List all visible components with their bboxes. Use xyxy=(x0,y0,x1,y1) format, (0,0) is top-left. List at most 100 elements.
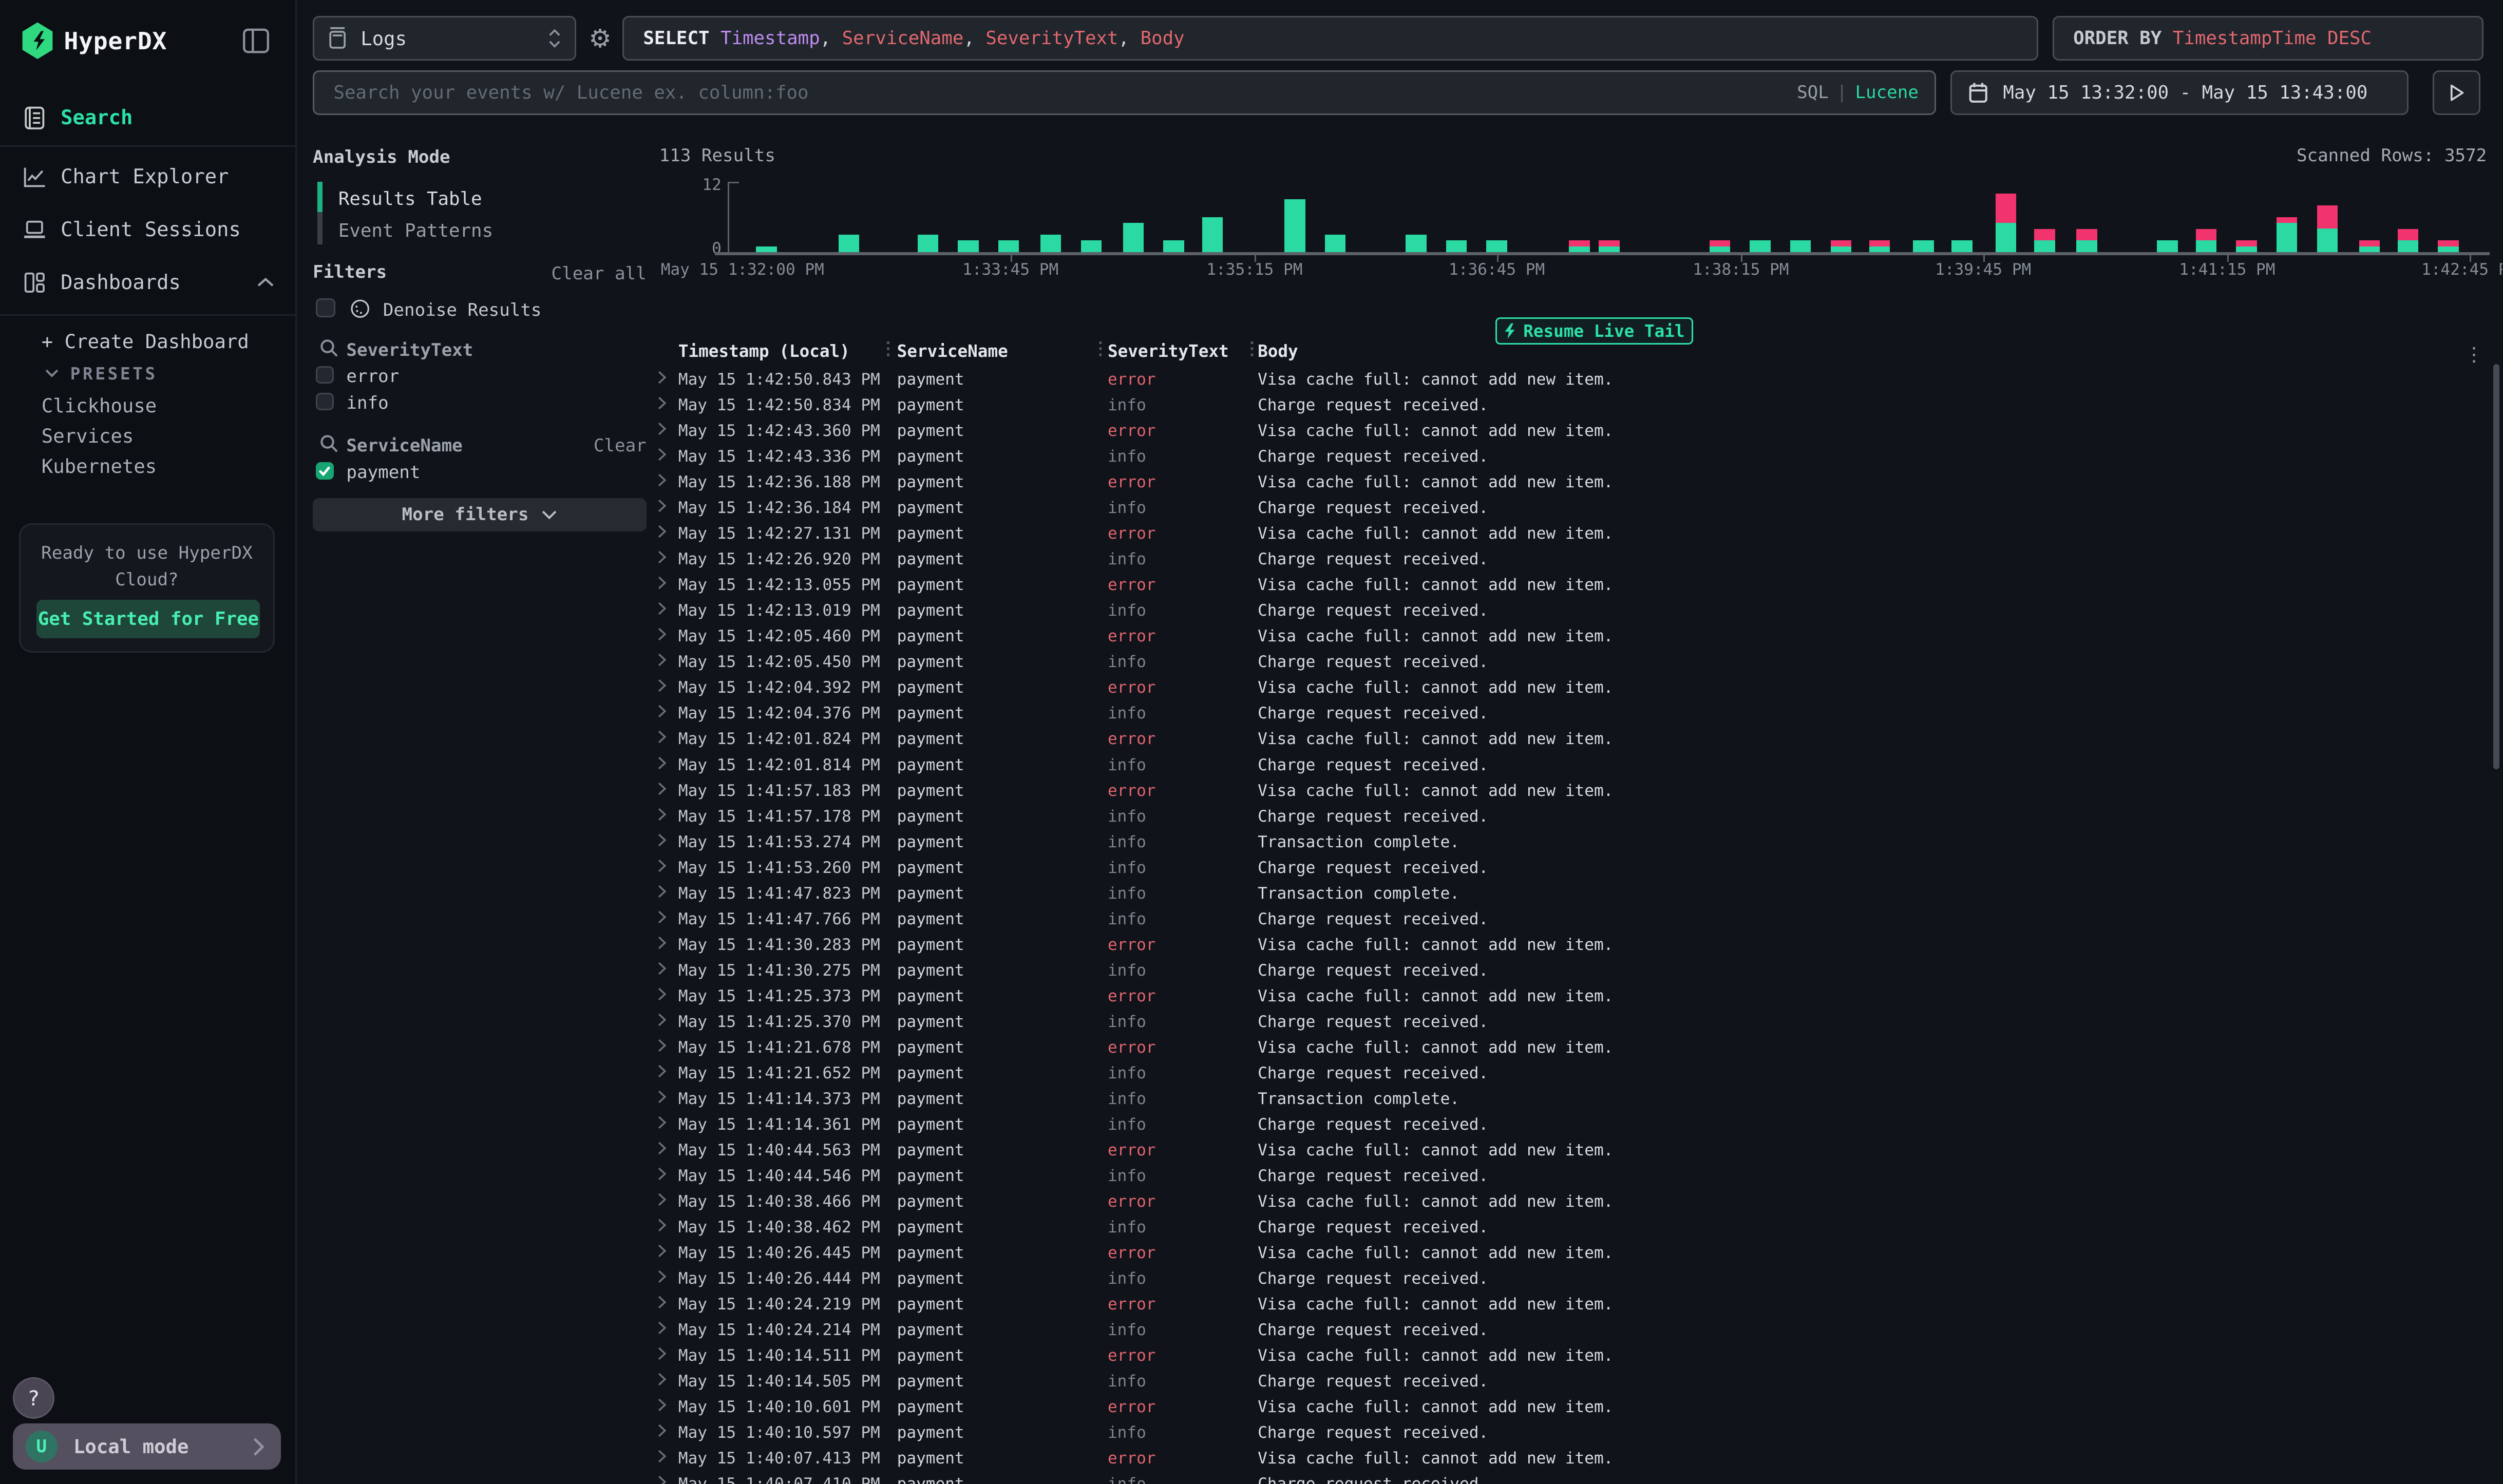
log-row[interactable]: May 15 1:40:44.563 PMpaymenterrorVisa ca… xyxy=(656,1138,2491,1164)
row-expand-icon[interactable] xyxy=(657,1269,667,1284)
row-expand-icon[interactable] xyxy=(657,499,667,513)
row-expand-icon[interactable] xyxy=(657,396,667,410)
preset-item[interactable]: Kubernetes xyxy=(42,455,157,478)
log-row[interactable]: May 15 1:41:57.178 PMpaymentinfoCharge r… xyxy=(656,804,2491,829)
column-severitytext[interactable]: SeverityText xyxy=(1108,341,1229,361)
log-row[interactable]: May 15 1:41:25.370 PMpaymentinfoCharge r… xyxy=(656,1010,2491,1035)
clear-all-filters-link[interactable]: Clear all xyxy=(551,263,646,284)
row-expand-icon[interactable] xyxy=(657,653,667,667)
histogram-bar[interactable] xyxy=(2157,240,2177,252)
user-menu[interactable]: U Local mode xyxy=(13,1423,281,1470)
filter-option-label[interactable]: payment xyxy=(346,462,420,483)
help-button[interactable]: ? xyxy=(13,1377,54,1419)
select-query-input[interactable]: SELECT Timestamp, ServiceName, SeverityT… xyxy=(622,16,2038,61)
histogram-bar[interactable] xyxy=(2196,229,2216,252)
sidebar-item-chart-explorer[interactable]: Chart Explorer xyxy=(0,157,297,198)
denoise-checkbox[interactable] xyxy=(316,298,335,317)
log-row[interactable]: May 15 1:40:44.546 PMpaymentinfoCharge r… xyxy=(656,1164,2491,1189)
log-row[interactable]: May 15 1:42:05.450 PMpaymentinfoCharge r… xyxy=(656,650,2491,675)
row-expand-icon[interactable] xyxy=(657,1475,667,1484)
sidebar-item-dashboards[interactable]: Dashboards xyxy=(0,262,297,303)
histogram-bar[interactable] xyxy=(918,235,938,252)
column-timestamp[interactable]: Timestamp (Local) xyxy=(678,341,850,361)
log-row[interactable]: May 15 1:40:26.444 PMpaymentinfoCharge r… xyxy=(656,1266,2491,1292)
log-row[interactable]: May 15 1:41:30.283 PMpaymenterrorVisa ca… xyxy=(656,933,2491,958)
log-row[interactable]: May 15 1:42:01.814 PMpaymentinfoCharge r… xyxy=(656,752,2491,778)
histogram-bar[interactable] xyxy=(1325,235,1345,252)
row-expand-icon[interactable] xyxy=(657,1295,667,1309)
row-expand-icon[interactable] xyxy=(657,1167,667,1181)
log-row[interactable]: May 15 1:42:50.843 PMpaymenterrorVisa ca… xyxy=(656,367,2491,393)
histogram-bar[interactable] xyxy=(1202,217,1223,252)
get-started-button[interactable]: Get Started for Free xyxy=(36,600,260,638)
log-row[interactable]: May 15 1:42:27.131 PMpaymenterrorVisa ca… xyxy=(656,521,2491,547)
filter-option-label[interactable]: error xyxy=(346,366,399,387)
row-expand-icon[interactable] xyxy=(657,1038,667,1053)
row-expand-icon[interactable] xyxy=(657,936,667,950)
search-input[interactable] xyxy=(330,81,1797,105)
filter-group-severitytext[interactable]: SeverityText xyxy=(346,340,473,360)
histogram-bar[interactable] xyxy=(1081,240,1102,252)
log-row[interactable]: May 15 1:40:24.219 PMpaymenterrorVisa ca… xyxy=(656,1292,2491,1318)
histogram-bar[interactable] xyxy=(1951,240,1972,252)
column-body[interactable]: Body xyxy=(1258,341,1298,361)
row-expand-icon[interactable] xyxy=(657,422,667,436)
row-expand-icon[interactable] xyxy=(657,601,667,616)
row-expand-icon[interactable] xyxy=(657,1090,667,1104)
log-row[interactable]: May 15 1:42:01.824 PMpaymenterrorVisa ca… xyxy=(656,727,2491,752)
log-row[interactable]: May 15 1:41:57.183 PMpaymenterrorVisa ca… xyxy=(656,778,2491,804)
presets-toggle[interactable]: PRESETS xyxy=(45,364,158,384)
filter-group-servicename[interactable]: ServiceName xyxy=(346,435,462,456)
histogram-bar[interactable] xyxy=(1913,240,1933,252)
log-row[interactable]: May 15 1:41:53.260 PMpaymentinfoCharge r… xyxy=(656,855,2491,881)
log-row[interactable]: May 15 1:42:43.336 PMpaymentinfoCharge r… xyxy=(656,444,2491,470)
log-row[interactable]: May 15 1:41:21.652 PMpaymentinfoCharge r… xyxy=(656,1061,2491,1087)
histogram-bar[interactable] xyxy=(2236,240,2257,252)
log-row[interactable]: May 15 1:41:53.274 PMpaymentinfoTransact… xyxy=(656,829,2491,855)
row-expand-icon[interactable] xyxy=(657,1218,667,1232)
run-query-button[interactable] xyxy=(2433,70,2480,115)
more-filters-button[interactable]: More filters xyxy=(313,498,647,531)
histogram-bar[interactable] xyxy=(1040,235,1061,252)
log-row[interactable]: May 15 1:42:36.188 PMpaymenterrorVisa ca… xyxy=(656,470,2491,496)
column-resize-handle[interactable]: ⋮ xyxy=(879,338,897,359)
column-servicename[interactable]: ServiceName xyxy=(897,341,1008,361)
lang-toggle-lucene[interactable]: Lucene xyxy=(1855,82,1918,103)
log-row[interactable]: May 15 1:42:50.834 PMpaymentinfoCharge r… xyxy=(656,393,2491,418)
row-expand-icon[interactable] xyxy=(657,1013,667,1027)
row-expand-icon[interactable] xyxy=(657,1192,667,1207)
table-menu-icon[interactable]: ⋮ xyxy=(2464,343,2483,366)
histogram-bar[interactable] xyxy=(2438,240,2458,252)
histogram-bar[interactable] xyxy=(1406,235,1426,252)
log-row[interactable]: May 15 1:42:43.360 PMpaymenterrorVisa ca… xyxy=(656,418,2491,444)
row-expand-icon[interactable] xyxy=(657,447,667,462)
log-row[interactable]: May 15 1:40:38.462 PMpaymentinfoCharge r… xyxy=(656,1215,2491,1241)
filter-checkbox-error[interactable] xyxy=(316,366,333,384)
row-expand-icon[interactable] xyxy=(657,473,667,487)
log-row[interactable]: May 15 1:40:38.466 PMpaymenterrorVisa ca… xyxy=(656,1189,2491,1215)
histogram-bar[interactable] xyxy=(1710,240,1730,252)
histogram-bar[interactable] xyxy=(1486,240,1507,252)
filter-checkbox-info[interactable] xyxy=(316,393,333,410)
orderby-input[interactable]: ORDER BY TimestampTime DESC xyxy=(2053,16,2483,61)
row-expand-icon[interactable] xyxy=(657,1244,667,1258)
filter-option-label[interactable]: info xyxy=(346,393,388,413)
histogram-bar[interactable] xyxy=(2034,229,2055,252)
row-expand-icon[interactable] xyxy=(657,807,667,822)
histogram-bar[interactable] xyxy=(1163,240,1184,252)
row-expand-icon[interactable] xyxy=(657,550,667,564)
log-row[interactable]: May 15 1:41:47.766 PMpaymentinfoCharge r… xyxy=(656,906,2491,932)
histogram-bar[interactable] xyxy=(1123,223,1144,252)
mode-results-table[interactable]: Results Table xyxy=(338,188,482,210)
log-row[interactable]: May 15 1:41:21.678 PMpaymenterrorVisa ca… xyxy=(656,1035,2491,1061)
log-row[interactable]: May 15 1:42:36.184 PMpaymentinfoCharge r… xyxy=(656,496,2491,521)
histogram-bar[interactable] xyxy=(1790,240,1811,252)
row-expand-icon[interactable] xyxy=(657,1141,667,1155)
row-expand-icon[interactable] xyxy=(657,1398,667,1412)
row-expand-icon[interactable] xyxy=(657,1372,667,1386)
row-expand-icon[interactable] xyxy=(657,678,667,693)
column-resize-handle[interactable]: ⋮ xyxy=(1092,338,1109,359)
histogram-bar[interactable] xyxy=(1446,240,1467,252)
log-row[interactable]: May 15 1:42:13.019 PMpaymentinfoCharge r… xyxy=(656,598,2491,624)
log-row[interactable]: May 15 1:41:30.275 PMpaymentinfoCharge r… xyxy=(656,958,2491,984)
